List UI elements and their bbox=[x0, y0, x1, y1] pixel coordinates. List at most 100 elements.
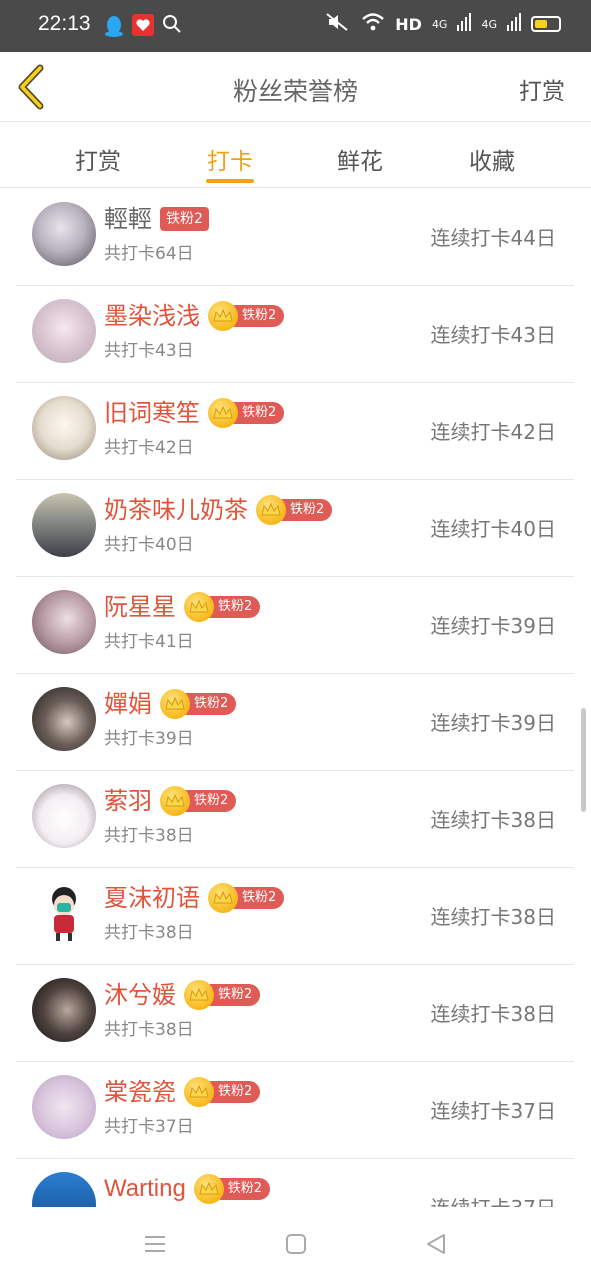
list-item[interactable]: 奶茶味儿奶茶 铁粉2 共打卡40日 连续打卡40日 bbox=[16, 480, 574, 577]
tab-favorites[interactable]: 收藏 bbox=[432, 142, 552, 176]
back-triangle-icon bbox=[427, 1234, 445, 1254]
cartoon-avatar-icon bbox=[52, 887, 76, 941]
avatar[interactable] bbox=[32, 202, 96, 266]
list-item[interactable]: 沐兮媛 铁粉2 共打卡38日 连续打卡38日 bbox=[16, 965, 574, 1062]
user-name-text: 旧词寒笙 bbox=[104, 399, 200, 427]
list-item[interactable]: 棠瓷瓷 铁粉2 共打卡37日 连续打卡37日 bbox=[16, 1062, 574, 1159]
user-name[interactable]: 沐兮媛 铁粉2 bbox=[104, 980, 261, 1010]
user-name-text: 嬋娟 bbox=[104, 690, 152, 718]
fan-badge: 铁粉2 bbox=[208, 883, 285, 913]
streak-days: 连续打卡37日 bbox=[430, 1099, 556, 1123]
streak-days: 连续打卡43日 bbox=[430, 323, 556, 347]
user-name[interactable]: Warting 铁粉2 bbox=[104, 1174, 271, 1204]
back-nav-button[interactable] bbox=[423, 1231, 449, 1257]
avatar[interactable] bbox=[32, 1172, 96, 1207]
total-checkins: 共打卡64日 bbox=[104, 244, 194, 264]
avatar[interactable] bbox=[32, 978, 96, 1042]
home-icon bbox=[286, 1234, 306, 1254]
total-checkins: 共打卡38日 bbox=[104, 1020, 194, 1040]
user-name-text: 萦羽 bbox=[104, 787, 152, 815]
search-icon bbox=[162, 14, 182, 38]
crown-icon bbox=[160, 786, 190, 816]
battery-icon bbox=[531, 16, 561, 32]
fan-badge: 铁粉2 bbox=[184, 980, 261, 1010]
list-item[interactable]: 萦羽 铁粉2 共打卡38日 连续打卡38日 bbox=[16, 771, 574, 868]
signal-icon-2 bbox=[507, 13, 521, 35]
tab-reward[interactable]: 打赏 bbox=[38, 142, 158, 176]
home-button[interactable] bbox=[283, 1231, 309, 1257]
avatar[interactable] bbox=[32, 1075, 96, 1139]
fan-badge: 铁粉2 bbox=[160, 689, 237, 719]
fan-badge: 铁粉2 bbox=[184, 592, 261, 622]
list-item[interactable]: 嬋娟 铁粉2 共打卡39日 连续打卡39日 bbox=[16, 674, 574, 771]
user-name-text: 沐兮媛 bbox=[104, 981, 176, 1009]
list-item[interactable]: 墨染浅浅 铁粉2 共打卡43日 连续打卡43日 bbox=[16, 286, 574, 383]
total-checkins: 共打卡39日 bbox=[104, 729, 194, 749]
avatar[interactable] bbox=[32, 687, 96, 751]
user-name[interactable]: 夏沫初语 铁粉2 bbox=[104, 883, 285, 913]
streak-days: 连续打卡44日 bbox=[430, 226, 556, 250]
crown-icon bbox=[193, 1174, 224, 1204]
network-label: HD bbox=[395, 14, 422, 34]
list-item[interactable]: 輕輕 铁粉2 共打卡64日 连续打卡44日 bbox=[16, 189, 574, 286]
streak-days: 连续打卡39日 bbox=[430, 711, 556, 735]
fan-badge: 铁粉2 bbox=[208, 398, 285, 428]
streak-days: 连续打卡40日 bbox=[430, 517, 556, 541]
avatar[interactable] bbox=[32, 396, 96, 460]
header-bar: 粉丝荣誉榜 打赏 bbox=[0, 52, 591, 122]
user-name[interactable]: 阮星星 铁粉2 bbox=[104, 592, 261, 622]
menu-button[interactable] bbox=[142, 1231, 168, 1257]
user-name-text: 輕輕 bbox=[104, 205, 152, 233]
tab-bar: 打赏 打卡 鲜花 收藏 bbox=[0, 122, 591, 188]
total-checkins: 共打卡37日 bbox=[104, 1117, 194, 1137]
fan-badge: 铁粉2 bbox=[184, 1077, 261, 1107]
app-heart-icon bbox=[132, 14, 154, 40]
streak-days: 连续打卡37日 bbox=[431, 1192, 556, 1207]
fan-badge: 铁粉2 bbox=[193, 1174, 271, 1204]
active-tab-indicator bbox=[206, 179, 254, 183]
user-name[interactable]: 奶茶味儿奶茶 铁粉2 bbox=[104, 495, 333, 525]
crown-icon bbox=[208, 398, 238, 428]
status-time: 22:13 bbox=[38, 12, 91, 35]
list-item[interactable]: Warting 铁粉2 连续打卡37日 bbox=[16, 1159, 574, 1207]
user-name-text: 棠瓷瓷 bbox=[104, 1078, 176, 1106]
total-checkins: 共打卡38日 bbox=[104, 826, 194, 846]
user-name[interactable]: 輕輕 铁粉2 bbox=[104, 204, 209, 234]
user-name-text: 夏沫初语 bbox=[104, 884, 200, 912]
list-item[interactable]: 阮星星 铁粉2 共打卡41日 连续打卡39日 bbox=[16, 577, 574, 674]
avatar[interactable] bbox=[32, 784, 96, 848]
fan-badge: 铁粉2 bbox=[256, 495, 333, 525]
total-checkins: 共打卡43日 bbox=[104, 341, 194, 361]
scrollbar[interactable] bbox=[581, 708, 586, 812]
tab-checkin[interactable]: 打卡 bbox=[170, 142, 290, 176]
list-item[interactable]: 夏沫初语 铁粉2 共打卡38日 连续打卡38日 bbox=[16, 868, 574, 965]
status-bar: 22:13 HD 4G 4G bbox=[0, 0, 591, 52]
list-item[interactable]: 旧词寒笙 铁粉2 共打卡42日 连续打卡42日 bbox=[16, 383, 574, 480]
mute-icon bbox=[325, 12, 351, 36]
fan-badge: 铁粉2 bbox=[160, 786, 237, 816]
avatar[interactable] bbox=[32, 881, 96, 945]
avatar[interactable] bbox=[32, 299, 96, 363]
user-name[interactable]: 萦羽 铁粉2 bbox=[104, 786, 237, 816]
fan-badge: 铁粉2 bbox=[160, 207, 209, 231]
tab-flowers[interactable]: 鲜花 bbox=[300, 142, 420, 176]
crown-icon bbox=[160, 689, 190, 719]
user-name-text: 阮星星 bbox=[104, 593, 176, 621]
fan-badge: 铁粉2 bbox=[208, 301, 285, 331]
crown-icon bbox=[256, 495, 286, 525]
total-checkins: 共打卡42日 bbox=[104, 438, 194, 458]
user-name[interactable]: 墨染浅浅 铁粉2 bbox=[104, 301, 285, 331]
avatar[interactable] bbox=[32, 493, 96, 557]
crown-icon bbox=[208, 883, 238, 913]
user-name-text: 奶茶味儿奶茶 bbox=[104, 496, 248, 524]
wifi-icon bbox=[361, 12, 385, 36]
reward-button[interactable]: 打赏 bbox=[519, 72, 565, 106]
total-checkins: 共打卡41日 bbox=[104, 632, 194, 652]
streak-days: 连续打卡38日 bbox=[430, 1002, 556, 1026]
user-name[interactable]: 嬋娟 铁粉2 bbox=[104, 689, 237, 719]
fan-badge-label: 铁粉2 bbox=[160, 207, 209, 231]
user-name[interactable]: 棠瓷瓷 铁粉2 bbox=[104, 1077, 261, 1107]
user-name[interactable]: 旧词寒笙 铁粉2 bbox=[104, 398, 285, 428]
crown-icon bbox=[184, 980, 214, 1010]
avatar[interactable] bbox=[32, 590, 96, 654]
